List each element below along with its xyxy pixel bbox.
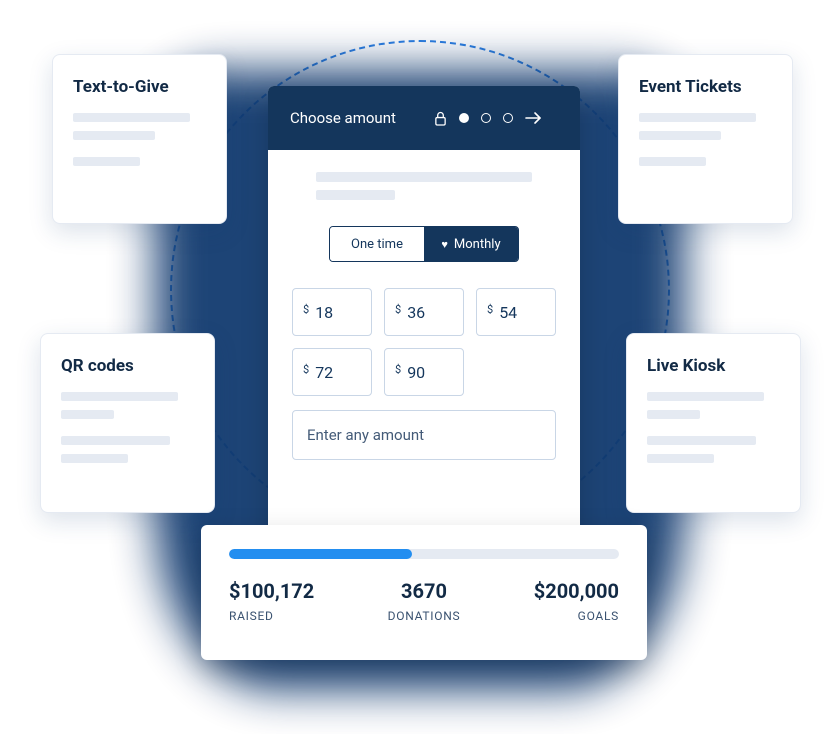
- custom-amount-placeholder: Enter any amount: [307, 426, 424, 444]
- frequency-label: One time: [351, 237, 403, 252]
- preset-amount-grid: $ 18 $ 36 $ 54 $ 72 $ 90: [292, 288, 556, 396]
- amount-value: 54: [499, 303, 517, 322]
- placeholder-line: [647, 392, 764, 401]
- frequency-label: Monthly: [454, 237, 501, 252]
- stat-value: 3670: [388, 579, 461, 603]
- arrow-right-icon[interactable]: [525, 111, 543, 125]
- placeholder-line: [61, 454, 128, 463]
- placeholder-line: [639, 131, 721, 140]
- campaign-stats-card: $100,172 RAISED 3670 DONATIONS $200,000 …: [201, 525, 647, 660]
- amount-option[interactable]: $ 36: [384, 288, 464, 336]
- placeholder-line: [61, 392, 178, 401]
- feature-card-text-to-give[interactable]: Text-to-Give: [52, 54, 227, 224]
- placeholder-line: [647, 454, 714, 463]
- step-dot-1: [459, 113, 469, 123]
- stat-value: $100,172: [229, 579, 314, 603]
- currency-symbol: $: [303, 303, 309, 316]
- donation-form-header: Choose amount: [268, 86, 580, 150]
- lock-icon: [434, 111, 447, 126]
- amount-value: 90: [407, 363, 425, 382]
- placeholder-line: [316, 190, 395, 200]
- frequency-one-time-button[interactable]: One time: [330, 227, 424, 261]
- stat-value: $200,000: [534, 579, 619, 603]
- amount-option[interactable]: $ 72: [292, 348, 372, 396]
- placeholder-line: [73, 131, 155, 140]
- heart-icon: ♥: [441, 238, 448, 251]
- amount-value: 72: [315, 363, 333, 382]
- custom-amount-input[interactable]: Enter any amount: [292, 410, 556, 460]
- placeholder-line: [316, 172, 532, 182]
- progress-fill: [229, 549, 412, 559]
- feature-card-title: Live Kiosk: [647, 356, 780, 376]
- amount-option[interactable]: $ 90: [384, 348, 464, 396]
- placeholder-line: [73, 113, 190, 122]
- feature-card-live-kiosk[interactable]: Live Kiosk: [626, 333, 801, 513]
- stat-goals: $200,000 GOALS: [534, 579, 619, 623]
- feature-card-title: Event Tickets: [639, 77, 772, 97]
- feature-card-qr-codes[interactable]: QR codes: [40, 333, 215, 513]
- placeholder-line: [61, 410, 114, 419]
- amount-option[interactable]: $ 54: [476, 288, 556, 336]
- placeholder-line: [639, 157, 706, 166]
- currency-symbol: $: [487, 303, 493, 316]
- currency-symbol: $: [395, 363, 401, 376]
- placeholder-line: [61, 436, 170, 445]
- feature-card-title: Text-to-Give: [73, 77, 206, 97]
- stat-raised: $100,172 RAISED: [229, 579, 314, 623]
- amount-option[interactable]: $ 18: [292, 288, 372, 336]
- stat-label: DONATIONS: [388, 609, 461, 623]
- stat-donations: 3670 DONATIONS: [388, 579, 461, 623]
- donation-form-card: Choose amount: [268, 86, 580, 544]
- step-dot-3: [503, 113, 513, 123]
- progress-bar: [229, 549, 619, 559]
- placeholder-line: [639, 113, 756, 122]
- stat-label: RAISED: [229, 609, 314, 623]
- step-dot-2: [481, 113, 491, 123]
- placeholder-line: [647, 410, 700, 419]
- placeholder-line: [647, 436, 756, 445]
- stat-label: GOALS: [534, 609, 619, 623]
- frequency-toggle: One time ♥ Monthly: [329, 226, 519, 262]
- step-title: Choose amount: [290, 109, 396, 127]
- amount-value: 18: [315, 303, 333, 322]
- placeholder-line: [73, 157, 140, 166]
- currency-symbol: $: [395, 303, 401, 316]
- currency-symbol: $: [303, 363, 309, 376]
- frequency-monthly-button[interactable]: ♥ Monthly: [424, 227, 518, 261]
- amount-value: 36: [407, 303, 425, 322]
- feature-card-event-tickets[interactable]: Event Tickets: [618, 54, 793, 224]
- feature-card-title: QR codes: [61, 356, 194, 376]
